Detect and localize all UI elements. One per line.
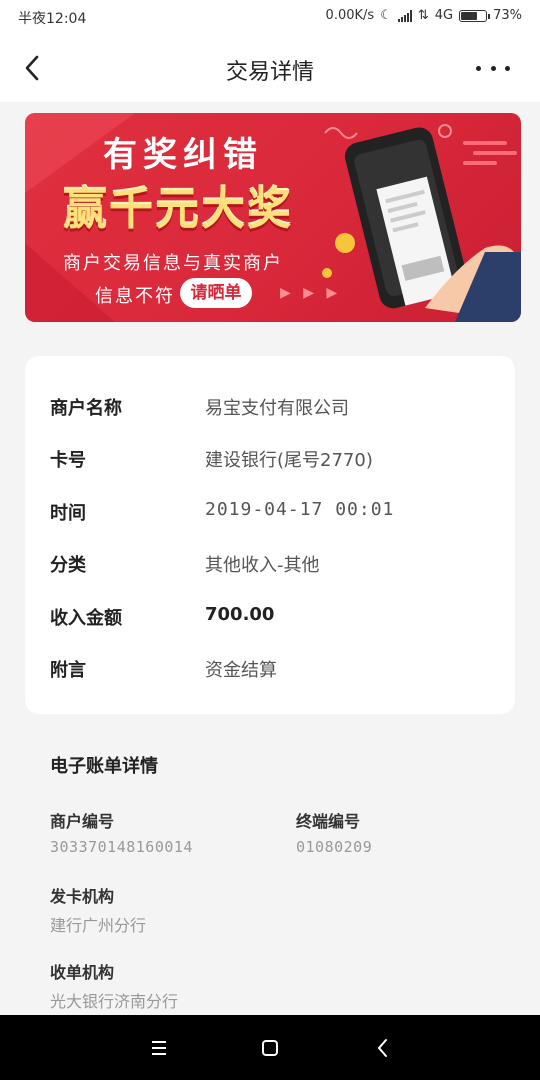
acquirer-value: 光大银行济南分行 [50,992,179,1011]
merchant-label: 商户名称 [50,398,122,419]
battery-percent: 73% [493,8,522,23]
terminal-no-label: 终端编号 [296,812,361,831]
signal-icon [397,9,412,22]
back-arrow-icon [378,1039,387,1057]
ebill-title: 电子账单详情 [50,756,158,777]
card-value: 建设银行(尾号2770) [205,450,373,471]
amount-value: 700.00 [205,604,275,625]
note-row: 附言 资金结算 [50,656,490,686]
acquirer-label: 收单机构 [50,963,115,982]
category-label: 分类 [50,555,86,576]
card-row: 卡号 建设银行(尾号2770) [50,446,490,476]
promo-banner[interactable]: 有奖纠错 赢千元大奖 商户交易信息与真实商户 信息不符 请晒单 ▶ ▶ ▶ [25,113,521,322]
issuer-label: 发卡机构 [50,887,115,906]
time-row: 时间 2019-04-17 00:01 [50,499,490,529]
system-back-button[interactable] [370,1035,396,1061]
time-label: 时间 [50,503,86,524]
page-title: 交易详情 [225,60,314,85]
network-speed: 0.00K/s [325,8,375,23]
banner-line2: 信息不符 [95,286,175,307]
merchant-row: 商户名称 易宝支付有限公司 [50,394,490,424]
issuer-value: 建行广州分行 [50,916,147,935]
amount-row: 收入金额 700.00 [50,604,490,634]
menu-button[interactable] [146,1035,172,1061]
note-value: 资金结算 [205,660,277,681]
merchant-no-value: 303370148160014 [50,838,193,856]
status-time: 半夜12:04 [18,11,87,27]
home-button[interactable] [257,1035,283,1061]
category-value: 其他收入-其他 [205,555,320,576]
moon-icon: ☾ [380,8,392,23]
menu-icon [152,1041,166,1055]
nav-bar: 交易详情 [0,34,540,102]
share-receipt-button[interactable]: 请晒单 [180,278,252,308]
amount-label: 收入金额 [50,608,122,629]
more-button[interactable] [476,56,510,80]
banner-line1: 商户交易信息与真实商户 [63,253,283,274]
banner-prize: 赢千元大奖 [63,184,293,235]
merchant-no-label: 商户编号 [50,812,115,831]
time-value: 2019-04-17 00:01 [205,499,395,520]
status-indicators: 0.00K/s ☾ ⇅ 4G 73% [326,8,522,23]
battery-icon [459,9,491,22]
card-label: 卡号 [50,450,86,471]
merchant-value: 易宝支付有限公司 [205,398,349,419]
data-transfer-icon: ⇅ [417,8,429,23]
category-row: 分类 其他收入-其他 [50,551,490,581]
arrows-icon: ▶ ▶ ▶ [280,285,342,301]
system-nav-bar [0,1015,540,1080]
network-type: 4G [434,8,454,23]
banner-headline: 有奖纠错 [103,135,263,175]
home-icon [262,1040,278,1056]
status-bar: 半夜12:04 0.00K/s ☾ ⇅ 4G 73% [0,0,540,34]
note-label: 附言 [50,660,86,681]
more-dots-icon [476,65,481,71]
terminal-no-value: 01080209 [296,838,373,856]
transaction-detail-card: 商户名称 易宝支付有限公司 卡号 建设银行(尾号2770) 时间 2019-04… [25,356,515,714]
